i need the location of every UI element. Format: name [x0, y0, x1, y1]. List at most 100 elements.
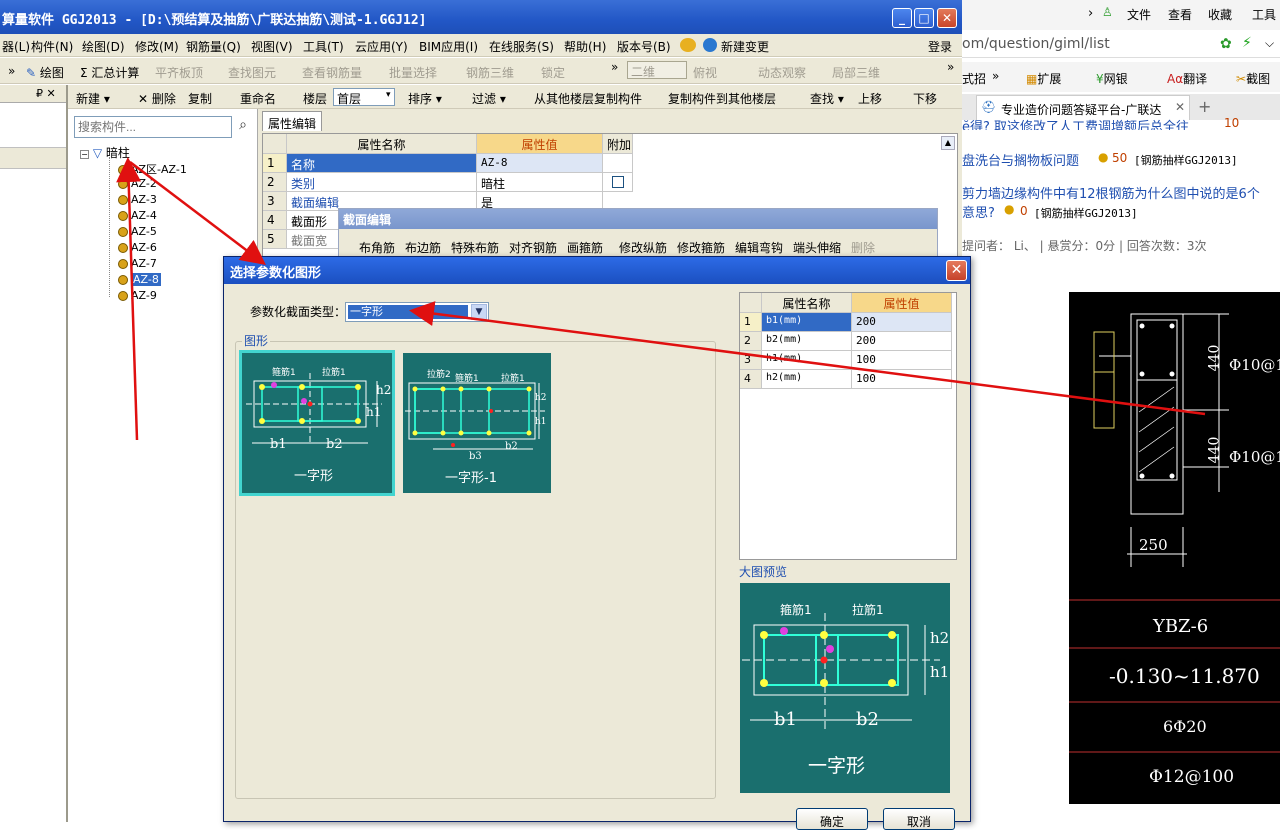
- tree-item-az2[interactable]: AZ-2: [118, 177, 157, 190]
- menu-item-modify[interactable]: 修改(M): [135, 38, 179, 55]
- floor-select-arrow[interactable]: ▾: [386, 90, 391, 100]
- prop-name-cell[interactable]: 名称: [287, 154, 477, 173]
- fav-translate[interactable]: Aα翻译: [1167, 70, 1207, 87]
- maximize-button[interactable]: □: [914, 8, 934, 28]
- attr-name-cell[interactable]: b1(mm): [762, 313, 852, 332]
- tree-item-az3[interactable]: AZ-3: [118, 193, 157, 206]
- move-down-button[interactable]: 下移: [913, 90, 937, 107]
- tree-item-az5[interactable]: AZ-5: [118, 225, 157, 238]
- delete-button[interactable]: ✕ 删除: [138, 90, 176, 107]
- attr-value-cell[interactable]: 200: [852, 313, 952, 332]
- tool-draw-stirrup[interactable]: 画箍筋: [567, 239, 603, 256]
- browser-menu-favorites[interactable]: 收藏: [1208, 6, 1232, 23]
- prop-value-cell[interactable]: AZ-8: [477, 154, 603, 173]
- prop-value-cell[interactable]: 暗柱: [477, 173, 603, 192]
- tab-property-edit[interactable]: 属性编辑: [262, 111, 322, 131]
- chevron-down-icon[interactable]: ⌵: [1265, 36, 1274, 51]
- question-link-2[interactable]: 剪力墙边缘构件中有12根钢筋为什么图中说的是6个: [962, 183, 1260, 202]
- tool-corner-rebar[interactable]: 布角筋: [359, 239, 395, 256]
- new-tab-icon[interactable]: +: [1198, 97, 1211, 116]
- question-link-1[interactable]: 盘洗台与搁物板问题: [962, 150, 1079, 169]
- menu-item-component[interactable]: 构件(N): [31, 38, 73, 55]
- batch-select-button[interactable]: 批量选择: [389, 64, 437, 81]
- tool-modify-long[interactable]: 修改纵筋: [619, 239, 667, 256]
- copy-from-floor-button[interactable]: 从其他楼层复制构件: [534, 90, 642, 107]
- refresh-icon[interactable]: ✿: [1220, 36, 1232, 52]
- tree-item-az4[interactable]: AZ-4: [118, 209, 157, 222]
- lock-button[interactable]: 锁定: [541, 64, 565, 81]
- shape-thumb-yizi-1[interactable]: 拉筋2 箍筋1 拉筋1 b3 b2 h2 h1 一字形-1: [403, 353, 551, 493]
- top-view-button[interactable]: 俯视: [693, 64, 717, 81]
- dock-pin-close[interactable]: ₽ ✕: [36, 87, 56, 100]
- menu-item-online[interactable]: 在线服务(S): [489, 38, 554, 55]
- browser-menu-tools[interactable]: 工具: [1252, 6, 1276, 23]
- orbit-button[interactable]: 动态观察: [758, 64, 806, 81]
- menu-item-view[interactable]: 视图(V): [251, 38, 293, 55]
- question-tag-1[interactable]: [钢筋抽样GGJ2013]: [1134, 152, 1238, 168]
- browser-menu-file[interactable]: 文件: [1127, 6, 1151, 23]
- tree-item-az6[interactable]: AZ-6: [118, 241, 157, 254]
- tool-edit-hook[interactable]: 编辑弯钩: [735, 239, 783, 256]
- fav-screenshot[interactable]: ✂截图: [1236, 70, 1270, 87]
- menu-item-cloud[interactable]: 云应用(Y): [355, 38, 408, 55]
- find-button[interactable]: 查找 ▾: [810, 90, 844, 107]
- attr-value-cell[interactable]: 100: [852, 370, 952, 389]
- cancel-button[interactable]: 取消: [883, 808, 955, 830]
- attr-value-cell[interactable]: 200: [852, 332, 952, 351]
- move-up-button[interactable]: 上移: [858, 90, 882, 107]
- close-button[interactable]: ✕: [937, 8, 957, 28]
- minimize-button[interactable]: _: [892, 8, 912, 28]
- find-element-button[interactable]: 查找图元: [228, 64, 276, 81]
- lightning-icon[interactable]: ⚡: [1242, 35, 1252, 51]
- local-3d-button[interactable]: 局部三维: [832, 64, 880, 81]
- view-rebar-button[interactable]: 查看钢筋量: [302, 64, 362, 81]
- question-link-2-cont[interactable]: 意思?: [962, 202, 995, 221]
- user-icon[interactable]: ♙: [1102, 5, 1113, 19]
- fav-bank[interactable]: ¥网银: [1096, 70, 1128, 87]
- tool-edge-rebar[interactable]: 布边筋: [405, 239, 441, 256]
- rename-button[interactable]: 重命名: [240, 90, 276, 107]
- attr-value-cell[interactable]: 100: [852, 351, 952, 370]
- fav-item[interactable]: 式招: [962, 70, 986, 87]
- draw-button[interactable]: ✎ 绘图: [26, 64, 64, 81]
- tool-special-rebar[interactable]: 特殊布筋: [451, 239, 499, 256]
- tab-close-icon[interactable]: ✕: [1175, 100, 1185, 114]
- browser-back-chevron[interactable]: ›: [1088, 6, 1093, 21]
- tree-item-az1[interactable]: AZ区-AZ-1: [118, 161, 187, 177]
- tool-delete[interactable]: 删除: [851, 239, 875, 256]
- extra-checkbox[interactable]: [611, 176, 624, 188]
- menu-item-version[interactable]: 版本号(B): [617, 38, 671, 55]
- new-component-button[interactable]: 新建 ▾: [76, 90, 110, 107]
- attr-name-cell[interactable]: b2(mm): [762, 332, 852, 351]
- toolbar-overflow[interactable]: »: [8, 64, 15, 78]
- prop-name-cell[interactable]: 类别: [287, 173, 477, 192]
- tree-root[interactable]: − ▽ 暗柱: [80, 144, 130, 161]
- tree-item-az8[interactable]: AZ-8: [118, 273, 161, 286]
- menu-item-tools[interactable]: 工具(T): [303, 38, 344, 55]
- menu-item-draw[interactable]: 绘图(D): [82, 38, 125, 55]
- tree-item-az7[interactable]: AZ-7: [118, 257, 157, 270]
- filter-button[interactable]: 过滤 ▾: [472, 90, 506, 107]
- attr-name-cell[interactable]: h2(mm): [762, 370, 852, 389]
- tool-align-rebar[interactable]: 对齐钢筋: [509, 239, 557, 256]
- ok-button[interactable]: 确定: [796, 808, 868, 830]
- menu-item-bim[interactable]: BIM应用(I): [419, 38, 478, 55]
- fav-overflow[interactable]: »: [992, 69, 999, 83]
- login-link[interactable]: 登录: [928, 38, 952, 55]
- section-type-select[interactable]: 一字形 ▼: [345, 302, 489, 322]
- menu-item-rebar-qty[interactable]: 钢筋量(Q): [186, 38, 241, 55]
- tool-end-stretch[interactable]: 端头伸缩: [793, 239, 841, 256]
- menu-item-help[interactable]: 帮助(H): [564, 38, 606, 55]
- view-mode-select[interactable]: 二维: [627, 61, 687, 79]
- copy-to-floor-button[interactable]: 复制构件到其他楼层: [668, 90, 776, 107]
- attr-name-cell[interactable]: h1(mm): [762, 351, 852, 370]
- menu-item-new-change[interactable]: 新建变更: [721, 38, 769, 55]
- tool-modify-stirrup[interactable]: 修改箍筋: [677, 239, 725, 256]
- component-search-input[interactable]: [74, 116, 232, 138]
- question-tag-2[interactable]: [钢筋抽样GGJ2013]: [1034, 205, 1138, 221]
- sort-button[interactable]: 排序 ▾: [408, 90, 442, 107]
- shape-thumb-yizi[interactable]: 箍筋1 拉筋1 b1 b2 h1 h2 一字形: [239, 350, 395, 496]
- toolbar-overflow-2[interactable]: »: [611, 60, 618, 74]
- collapse-icon[interactable]: −: [80, 150, 89, 159]
- search-icon[interactable]: ⌕: [234, 117, 252, 135]
